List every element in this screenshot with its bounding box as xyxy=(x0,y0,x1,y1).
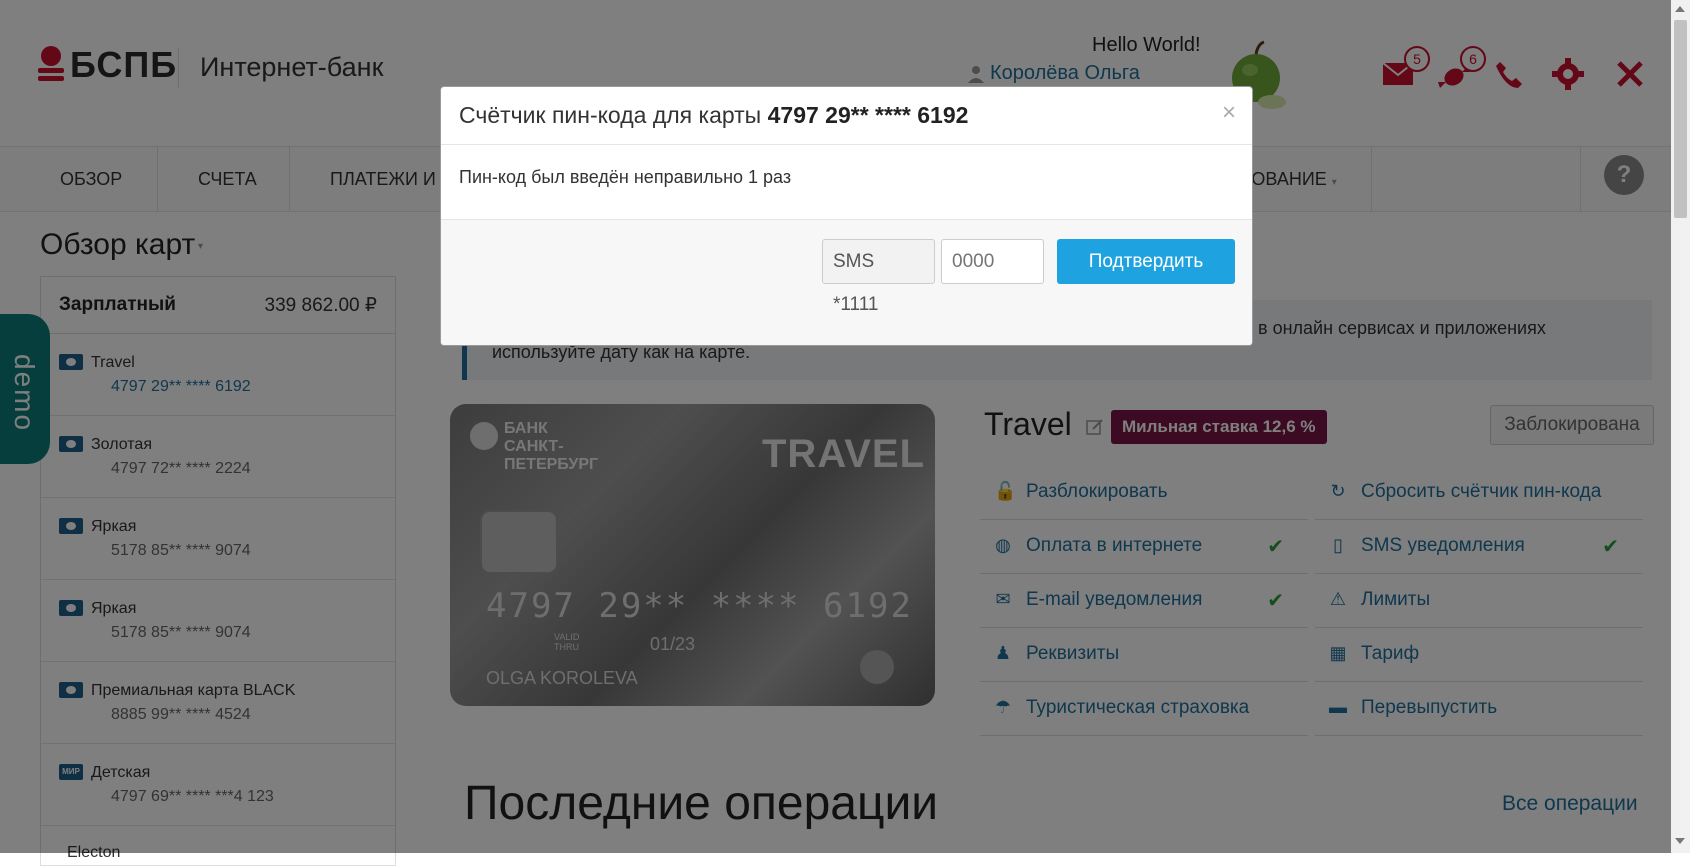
scroll-down-icon[interactable] xyxy=(1675,838,1685,844)
sms-label: SMS *1111 xyxy=(822,239,935,315)
scroll-thumb[interactable] xyxy=(1674,20,1687,218)
sms-code-input[interactable] xyxy=(941,239,1044,284)
modal-title: Счётчик пин-кода для карты 4797 29** ***… xyxy=(459,102,969,128)
confirm-button[interactable]: Подтвердить xyxy=(1057,239,1235,284)
modal-body: Пин-код был введён неправильно 1 раз xyxy=(441,145,1252,220)
page-scrollbar[interactable] xyxy=(1671,0,1690,853)
modal-card-number: 4797 29** **** 6192 xyxy=(767,102,969,128)
modal-close-button[interactable]: × xyxy=(1222,99,1236,127)
modal-footer: SMS *1111 Подтвердить xyxy=(441,220,1252,345)
pin-counter-modal: Счётчик пин-кода для карты 4797 29** ***… xyxy=(440,86,1253,346)
modal-header: Счётчик пин-кода для карты 4797 29** ***… xyxy=(441,87,1252,145)
scroll-up-icon[interactable] xyxy=(1675,6,1685,12)
modal-message: Пин-код был введён неправильно 1 раз xyxy=(459,167,792,187)
page: БСПБ Интернет-банк Hello World! Королёва… xyxy=(0,0,1671,866)
